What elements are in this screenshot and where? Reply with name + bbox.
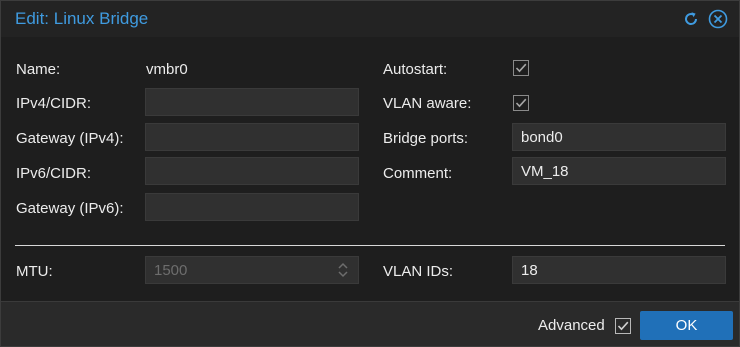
section-divider bbox=[15, 245, 725, 246]
name-label: Name: bbox=[16, 61, 61, 78]
gateway-ipv6-label: Gateway (IPv6): bbox=[16, 200, 124, 217]
advanced-checkbox[interactable] bbox=[615, 318, 631, 334]
bridge-ports-field[interactable]: bond0 bbox=[512, 123, 726, 151]
gateway-ipv4-field[interactable] bbox=[145, 123, 359, 151]
ipv6-cidr-field[interactable] bbox=[145, 157, 359, 185]
bridge-ports-label: Bridge ports: bbox=[383, 130, 469, 147]
spinner-icon bbox=[337, 261, 349, 284]
close-icon[interactable] bbox=[708, 9, 728, 29]
form-panel: Name: vmbr0 IPv4/CIDR: Gateway (IPv4): I… bbox=[1, 37, 739, 301]
vlan-ids-label: VLAN IDs: bbox=[383, 263, 454, 280]
vlan-aware-checkbox[interactable] bbox=[513, 95, 529, 111]
autostart-label: Autostart: bbox=[383, 61, 448, 78]
comment-field[interactable]: VM_18 bbox=[512, 157, 726, 185]
ipv4-label: IPv4/CIDR: bbox=[16, 95, 92, 112]
vlan-aware-label: VLAN aware: bbox=[383, 95, 472, 112]
mtu-value: 1500 bbox=[154, 262, 188, 279]
ipv4-cidr-field[interactable] bbox=[145, 88, 359, 116]
dialog-titlebar: Edit: Linux Bridge bbox=[1, 1, 739, 37]
checkmark-icon bbox=[513, 95, 529, 111]
checkmark-icon bbox=[513, 60, 529, 76]
vlan-ids-field[interactable]: 18 bbox=[512, 256, 726, 284]
refresh-icon[interactable] bbox=[681, 9, 701, 29]
advanced-label: Advanced bbox=[538, 317, 605, 334]
autostart-checkbox[interactable] bbox=[513, 60, 529, 76]
gateway-ipv4-label: Gateway (IPv4): bbox=[16, 130, 124, 147]
name-value: vmbr0 bbox=[146, 61, 188, 78]
comment-label: Comment: bbox=[383, 165, 453, 182]
edit-linux-bridge-dialog: Edit: Linux Bridge Name: vmbr0 IPv4/CIDR… bbox=[0, 0, 740, 347]
dialog-footer: Advanced OK bbox=[1, 301, 739, 346]
mtu-label: MTU: bbox=[16, 263, 53, 280]
mtu-field: 1500 bbox=[145, 256, 359, 284]
dialog-title: Edit: Linux Bridge bbox=[15, 9, 149, 28]
gateway-ipv6-field[interactable] bbox=[145, 193, 359, 221]
checkmark-icon bbox=[615, 318, 631, 334]
ipv6-label: IPv6/CIDR: bbox=[16, 165, 92, 182]
ok-button[interactable]: OK bbox=[640, 311, 733, 340]
